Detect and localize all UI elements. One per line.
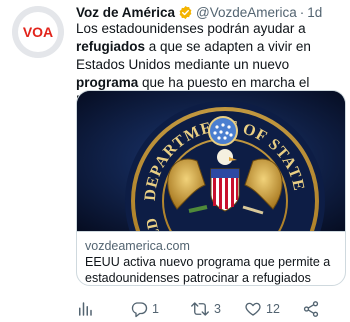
tweet-header: Voz de América @VozdeAmerica · 1d: [76, 3, 344, 21]
card-meta[interactable]: vozdeamerica.com EEUU activa nuevo progr…: [77, 231, 345, 285]
tweet-time[interactable]: 1d: [307, 5, 322, 20]
retweet-button[interactable]: 3: [190, 300, 221, 318]
like-count: 12: [266, 302, 280, 316]
reply-button[interactable]: 1: [130, 300, 159, 318]
card-title-line-1: EEUU activa nuevo programa que permite a: [85, 255, 331, 269]
tweet-text-bold-refugiados: refugiados: [76, 39, 146, 54]
retweet-icon: [191, 302, 209, 316]
avatar[interactable]: VOA: [12, 6, 64, 58]
share-icon: [303, 301, 319, 317]
reply-count: 1: [152, 302, 159, 316]
avatar-logo-text: VOA: [23, 24, 53, 40]
card-domain: vozdeamerica.com: [85, 239, 190, 253]
like-button[interactable]: 12: [244, 300, 280, 318]
reply-icon: [131, 302, 148, 318]
tweet-actions: 1 3 12: [76, 298, 346, 320]
analytics-button[interactable]: [76, 300, 94, 318]
author-name[interactable]: Voz de América: [76, 5, 175, 20]
separator-dot: ·: [299, 4, 305, 20]
tweet[interactable]: VOA Voz de América @VozdeAmerica · 1d Lo…: [0, 0, 350, 322]
tweet-text-part: Los estadounidenses podrán ayudar a: [76, 21, 306, 36]
heart-icon: [245, 302, 261, 316]
card-title-line-2: estadounidenses patrocinar a refugiados: [85, 271, 311, 285]
analytics-icon: [79, 302, 92, 316]
retweet-count: 3: [214, 302, 221, 316]
share-button[interactable]: [302, 300, 320, 318]
verified-badge-icon: [178, 5, 193, 20]
link-preview-card[interactable]: DEPARTMENT OF STATE UNITED: [76, 90, 346, 286]
tweet-text-bold-programa: programa: [76, 75, 139, 90]
card-image[interactable]: DEPARTMENT OF STATE UNITED: [77, 91, 345, 231]
author-handle[interactable]: @VozdeAmerica: [196, 5, 297, 20]
